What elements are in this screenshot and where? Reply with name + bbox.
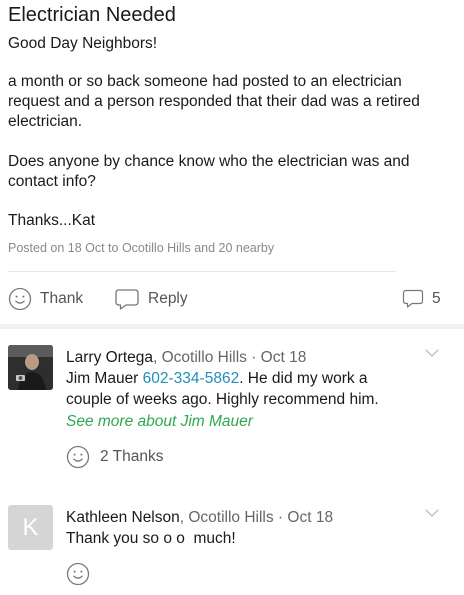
post-actions: Thank Reply 5 bbox=[0, 283, 464, 315]
comment-text-part: Jim Mauer bbox=[66, 370, 143, 387]
comment-text: Thank you so o o much! bbox=[66, 530, 236, 547]
post-signoff: Thanks...Kat bbox=[8, 212, 96, 229]
chevron-down-icon[interactable] bbox=[424, 347, 440, 359]
avatar-letter: K bbox=[22, 513, 39, 541]
phone-link[interactable]: 602-334-5862 bbox=[143, 370, 240, 387]
post-greeting: Good Day Neighbors! bbox=[8, 35, 158, 52]
speech-bubble-icon bbox=[402, 289, 424, 308]
post-meta[interactable]: Posted on 18 Oct to Ocotillo Hills and 2… bbox=[8, 241, 274, 255]
chevron-down-icon[interactable] bbox=[424, 507, 440, 519]
avatar[interactable] bbox=[8, 345, 53, 390]
divider bbox=[8, 271, 396, 272]
comment-header: Larry Ortega, Ocotillo Hills · Oct 18 bbox=[66, 348, 306, 368]
post-title: Electrician Needed bbox=[8, 4, 176, 26]
see-more-link[interactable]: See more about Jim Mauer bbox=[66, 413, 253, 431]
avatar-photo-icon bbox=[8, 345, 53, 390]
reply-count[interactable]: 5 bbox=[402, 283, 441, 315]
comment-header: Kathleen Nelson, Ocotillo Hills · Oct 18 bbox=[66, 508, 333, 528]
thanks-button[interactable]: 2 Thanks bbox=[66, 445, 163, 469]
section-separator bbox=[0, 324, 464, 329]
reply-count-value: 5 bbox=[432, 290, 441, 307]
comment-text: Jim Mauer 602-334-5862. He did my work a… bbox=[66, 369, 406, 410]
thank-label: Thank bbox=[40, 290, 84, 307]
smiley-icon bbox=[8, 287, 32, 311]
reply-button[interactable]: Reply bbox=[114, 283, 188, 315]
smiley-icon bbox=[66, 445, 90, 469]
post-paragraph: a month or so back someone had posted to… bbox=[8, 73, 420, 130]
comment-subtitle: , Ocotillo Hills · Oct 18 bbox=[153, 349, 307, 366]
comment-author[interactable]: Kathleen Nelson bbox=[66, 509, 180, 526]
reply-label: Reply bbox=[148, 290, 188, 307]
thank-button[interactable] bbox=[66, 562, 90, 591]
comment-author[interactable]: Larry Ortega bbox=[66, 349, 153, 366]
smiley-icon bbox=[66, 562, 90, 586]
comment-subtitle: , Ocotillo Hills · Oct 18 bbox=[179, 509, 334, 526]
post-paragraph: Does anyone by chance know who the elect… bbox=[8, 153, 410, 190]
thank-button[interactable]: Thank bbox=[8, 283, 83, 315]
avatar[interactable]: K bbox=[8, 505, 53, 550]
speech-bubble-icon bbox=[115, 289, 139, 310]
thanks-count: 2 Thanks bbox=[100, 448, 164, 465]
